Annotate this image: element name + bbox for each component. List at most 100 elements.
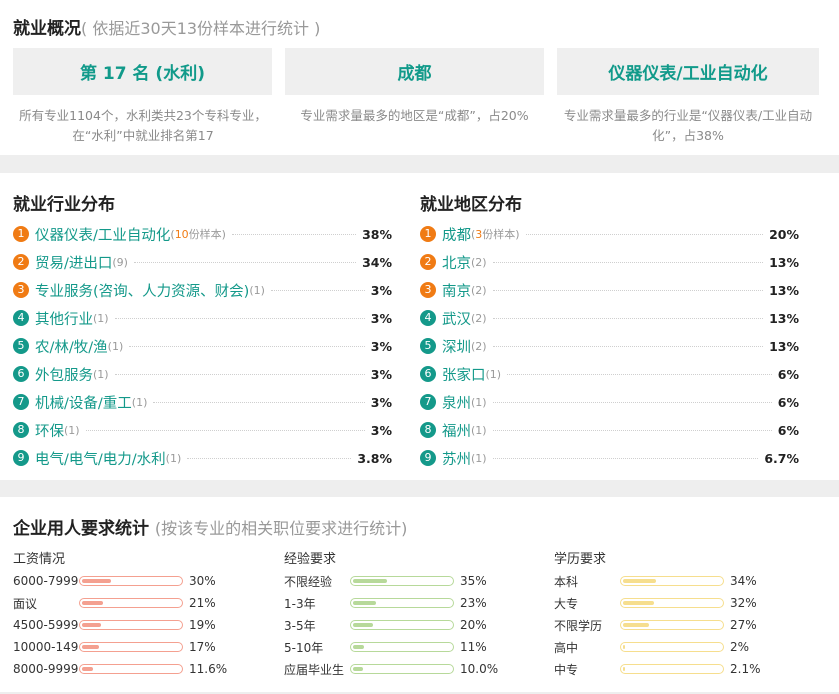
region-item-percent: 13%: [769, 282, 799, 298]
rank-number-badge: 9: [420, 450, 436, 466]
industry-item-name[interactable]: 电气/电气/电力/水利: [35, 448, 166, 469]
industry-item[interactable]: 7 机械/设备/重工 (1) 3%: [13, 388, 392, 416]
industry-item-name[interactable]: 农/林/牧/渔: [35, 336, 108, 357]
region-item[interactable]: 1 成都 (3份样本) 20%: [420, 220, 799, 248]
industry-item[interactable]: 2 贸易/进出口 (9) 34%: [13, 248, 392, 276]
count-prefix: (1): [471, 395, 487, 409]
salary-value: 17%: [189, 640, 216, 654]
dotted-leader: [231, 233, 357, 235]
dotted-leader: [492, 457, 759, 459]
count-prefix: (2): [471, 311, 487, 325]
experience-row: 不限经验 35%: [284, 570, 487, 592]
dotted-leader: [492, 261, 764, 263]
industry-item-name[interactable]: 外包服务: [35, 364, 93, 385]
region-item-name[interactable]: 深圳: [442, 336, 471, 357]
industry-item-name[interactable]: 环保: [35, 420, 64, 441]
industry-item-name[interactable]: 专业服务(咨询、人力资源、财会): [35, 280, 249, 301]
count-prefix: (1): [64, 423, 80, 437]
rank-card-desc: 所有专业1104个，水利类共23个专科专业，在“水利”中就业排名第17: [19, 108, 267, 143]
region-item[interactable]: 9 苏州 (1) 6.7%: [420, 444, 799, 472]
experience-label: 3-5年: [284, 618, 316, 633]
industry-item-percent: 38%: [362, 226, 392, 242]
count-prefix: (1): [471, 451, 487, 465]
dotted-leader: [133, 261, 357, 263]
region-item[interactable]: 8 福州 (1) 6%: [420, 416, 799, 444]
industry-item[interactable]: 1 仪器仪表/工业自动化 (10份样本) 38%: [13, 220, 392, 248]
experience-label: 应届毕业生: [284, 662, 345, 677]
dotted-leader: [492, 289, 764, 291]
region-item[interactable]: 5 深圳 (2) 13%: [420, 332, 799, 360]
experience-label: 不限经验: [284, 574, 333, 589]
overview-subtitle: ( 依据近30天13份样本进行统计 ): [81, 19, 321, 38]
industry-item-count: (1): [166, 452, 182, 465]
industry-item-count: (1): [93, 368, 109, 381]
count-prefix: (1): [471, 423, 487, 437]
region-item-count: (2): [471, 256, 487, 269]
dotted-leader: [114, 373, 365, 375]
overview-panel: 就业概况( 依据近30天13份样本进行统计 ) 第 17 名 (水利) 成都 仪…: [0, 0, 839, 155]
industry-item-name[interactable]: 仪器仪表/工业自动化: [35, 224, 170, 245]
top-industry-card-desc: 专业需求量最多的行业是“仪器仪表/工业自动化”，占38%: [563, 108, 813, 143]
industry-item-percent: 3%: [370, 338, 392, 354]
experience-progress-bar: [350, 598, 454, 608]
salary-progress-bar: [79, 664, 183, 674]
industry-item[interactable]: 5 农/林/牧/渔 (1) 3%: [13, 332, 392, 360]
region-item-name[interactable]: 成都: [442, 224, 471, 245]
region-item-name[interactable]: 张家口: [442, 364, 486, 385]
dotted-leader: [270, 289, 365, 291]
count-prefix: (1): [485, 367, 502, 381]
education-progress-fill: [623, 645, 625, 649]
region-item-percent: 6.7%: [764, 450, 799, 466]
region-item[interactable]: 2 北京 (2) 13%: [420, 248, 799, 276]
salary-progress-fill: [82, 579, 111, 583]
education-label: 不限学历: [554, 618, 603, 633]
rank-number-badge: 6: [420, 366, 436, 382]
industry-item-name[interactable]: 贸易/进出口: [35, 252, 112, 273]
salary-progress-bar: [79, 576, 183, 586]
count-prefix: (1): [131, 395, 148, 409]
distribution-panel: 就业行业分布 就业地区分布 1 仪器仪表/工业自动化 (10份样本) 38% 2 贸易/进…: [0, 173, 839, 480]
region-item-name[interactable]: 泉州: [442, 392, 471, 413]
region-item-name[interactable]: 福州: [442, 420, 471, 441]
rank-number-badge: 3: [13, 282, 29, 298]
rank-card[interactable]: 第 17 名 (水利): [13, 48, 272, 95]
count-prefix: (1): [165, 451, 182, 465]
experience-progress-fill: [353, 579, 387, 583]
region-item-name[interactable]: 苏州: [442, 448, 471, 469]
region-item[interactable]: 3 南京 (2) 13%: [420, 276, 799, 304]
industry-item[interactable]: 3 专业服务(咨询、人力资源、财会) (1) 3%: [13, 276, 392, 304]
experience-progress-bar: [350, 664, 454, 674]
rank-number-badge: 1: [420, 226, 436, 242]
education-progress-fill: [623, 601, 654, 605]
top-region-card[interactable]: 成都: [285, 48, 544, 95]
industry-item-name[interactable]: 其他行业: [35, 308, 93, 329]
experience-label: 1-3年: [284, 596, 316, 611]
rank-number-badge: 2: [420, 254, 436, 270]
region-title: 就业地区分布: [420, 195, 522, 215]
region-item[interactable]: 4 武汉 (2) 13%: [420, 304, 799, 332]
region-item-percent: 6%: [777, 422, 799, 438]
region-item[interactable]: 6 张家口 (1) 6%: [420, 360, 799, 388]
dotted-leader: [129, 345, 365, 347]
salary-row: 4500-5999 19%: [13, 614, 216, 636]
education-progress-fill: [623, 623, 649, 627]
top-industry-card[interactable]: 仪器仪表/工业自动化: [557, 48, 819, 95]
industry-item[interactable]: 8 环保 (1) 3%: [13, 416, 392, 444]
dotted-leader: [492, 317, 764, 319]
industry-item[interactable]: 6 外包服务 (1) 3%: [13, 360, 392, 388]
salary-label: 10000-14999: [13, 640, 79, 654]
education-row: 本科 34%: [554, 570, 757, 592]
region-item-name[interactable]: 南京: [442, 280, 471, 301]
region-item-count: (2): [471, 284, 487, 297]
industry-item[interactable]: 4 其他行业 (1) 3%: [13, 304, 392, 332]
overview-title-text: 就业概况: [13, 19, 81, 39]
industry-item-name[interactable]: 机械/设备/重工: [35, 392, 132, 413]
count-prefix: (1): [93, 367, 109, 381]
dotted-leader: [525, 233, 764, 235]
industry-item[interactable]: 9 电气/电气/电力/水利 (1) 3.8%: [13, 444, 392, 472]
region-item-name[interactable]: 武汉: [442, 308, 471, 329]
region-item-name[interactable]: 北京: [442, 252, 471, 273]
region-item[interactable]: 7 泉州 (1) 6%: [420, 388, 799, 416]
education-label: 中专: [554, 662, 579, 677]
experience-progress-fill: [353, 667, 363, 671]
